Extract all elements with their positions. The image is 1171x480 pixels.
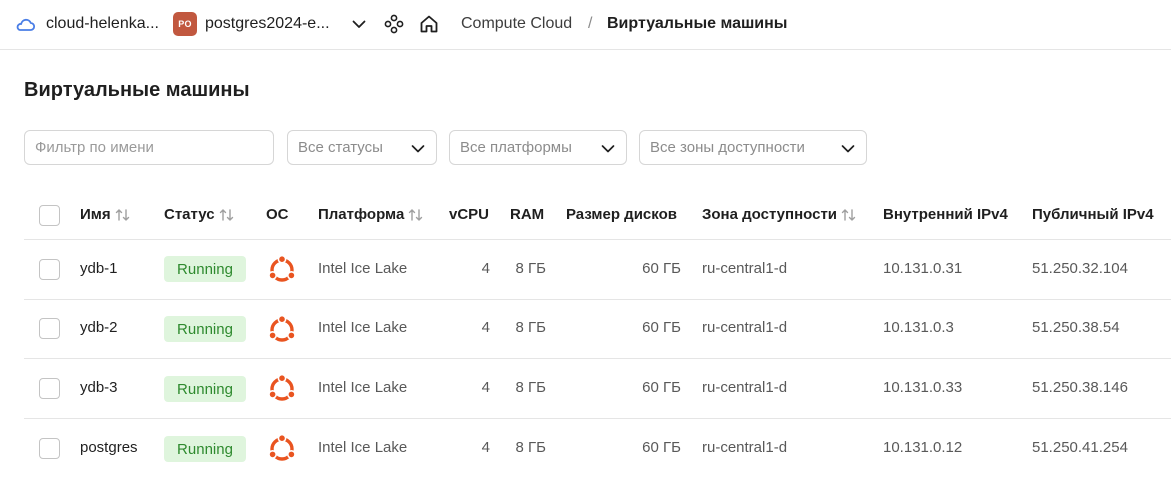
column-header-public-ipv4: Публичный IPv4 bbox=[1032, 206, 1154, 223]
sort-icon bbox=[115, 208, 129, 221]
column-header-label: Платформа bbox=[318, 206, 405, 223]
internal-ip-cell: 10.131.0.31 bbox=[883, 260, 963, 277]
public-ip-cell: 51.250.38.146 bbox=[1032, 379, 1128, 396]
column-header-label: Публичный IPv4 bbox=[1032, 206, 1154, 223]
public-ip-cell: 51.250.41.254 bbox=[1032, 439, 1128, 456]
column-header-name[interactable]: Имя bbox=[80, 206, 131, 223]
vm-name[interactable]: postgres bbox=[80, 439, 138, 456]
column-header-label: ОС bbox=[266, 206, 289, 223]
ubuntu-icon bbox=[268, 315, 296, 342]
column-header-ram: RAM bbox=[510, 206, 544, 223]
header-divider bbox=[24, 239, 1171, 240]
vm-name[interactable]: ydb-1 bbox=[80, 260, 118, 277]
platform-filter-select[interactable]: Все платформы bbox=[449, 130, 627, 165]
cloud-name: cloud-helenka... bbox=[46, 15, 159, 32]
chevron-down-icon bbox=[601, 145, 615, 153]
zone-cell: ru-central1-d bbox=[702, 260, 788, 277]
vcpu-cell: 4 bbox=[481, 439, 490, 456]
vcpu-cell: 4 bbox=[481, 379, 490, 396]
sort-icon bbox=[409, 208, 423, 221]
platform-cell: Intel Ice Lake bbox=[318, 319, 408, 336]
status-filter-select[interactable]: Все статусы bbox=[287, 130, 437, 165]
column-header-platform[interactable]: Платформа bbox=[318, 206, 424, 223]
zone-filter-select[interactable]: Все зоны доступности bbox=[639, 130, 867, 165]
platform-filter-label: Все платформы bbox=[460, 139, 572, 156]
ram-cell: 8 ГБ bbox=[515, 439, 546, 456]
column-header-vcpu: vCPU bbox=[449, 206, 489, 223]
status-badge: Running bbox=[164, 316, 246, 342]
home-icon[interactable] bbox=[418, 13, 440, 35]
ubuntu-icon bbox=[268, 434, 296, 461]
select-all-checkbox[interactable] bbox=[39, 205, 60, 226]
platform-cell: Intel Ice Lake bbox=[318, 439, 408, 456]
row-divider bbox=[24, 418, 1171, 419]
chevron-down-icon bbox=[411, 145, 425, 153]
ram-cell: 8 ГБ bbox=[515, 260, 546, 277]
column-header-status[interactable]: Статус bbox=[164, 206, 235, 223]
column-header-zone[interactable]: Зона доступности bbox=[702, 206, 857, 223]
breadcrumb-separator: / bbox=[588, 15, 593, 32]
internal-ip-cell: 10.131.0.12 bbox=[883, 439, 963, 456]
sort-icon bbox=[219, 208, 233, 221]
column-header-label: Статус bbox=[164, 206, 215, 223]
name-filter-input[interactable] bbox=[24, 130, 274, 165]
column-header-label: Зона доступности bbox=[702, 206, 838, 223]
vcpu-cell: 4 bbox=[481, 319, 490, 336]
zone-filter-label: Все зоны доступности bbox=[650, 139, 805, 156]
column-header-label: Имя bbox=[80, 206, 111, 223]
column-header-label: Внутренний IPv4 bbox=[883, 206, 1008, 223]
column-header-label: RAM bbox=[510, 206, 545, 223]
folder-selector[interactable]: PO postgres2024-e... bbox=[173, 12, 330, 36]
disk-size-cell: 60 ГБ bbox=[642, 319, 681, 336]
vm-name[interactable]: ydb-2 bbox=[80, 319, 118, 336]
page-title: Виртуальные машины bbox=[24, 79, 250, 101]
breadcrumb-current: Виртуальные машины bbox=[607, 15, 788, 32]
public-ip-cell: 51.250.38.54 bbox=[1032, 319, 1120, 336]
row-checkbox[interactable] bbox=[39, 438, 60, 459]
public-ip-cell: 51.250.32.104 bbox=[1032, 260, 1128, 277]
status-badge: Running bbox=[164, 376, 246, 402]
zone-cell: ru-central1-d bbox=[702, 439, 788, 456]
internal-ip-cell: 10.131.0.33 bbox=[883, 379, 963, 396]
sort-icon bbox=[841, 208, 856, 221]
column-header-label: vCPU bbox=[449, 206, 490, 223]
row-divider bbox=[24, 299, 1171, 300]
chevron-down-icon bbox=[841, 145, 855, 153]
disk-size-cell: 60 ГБ bbox=[642, 260, 681, 277]
internal-ip-cell: 10.131.0.3 bbox=[883, 319, 954, 336]
breadcrumb-compute-cloud[interactable]: Compute Cloud bbox=[461, 15, 572, 33]
chevron-down-icon[interactable] bbox=[350, 15, 368, 33]
row-checkbox[interactable] bbox=[39, 259, 60, 280]
status-badge: Running bbox=[164, 256, 246, 282]
column-header-label: Размер дисков bbox=[566, 206, 677, 223]
ram-cell: 8 ГБ bbox=[515, 319, 546, 336]
services-icon[interactable] bbox=[383, 13, 405, 35]
vcpu-cell: 4 bbox=[481, 260, 490, 277]
zone-cell: ru-central1-d bbox=[702, 319, 788, 336]
row-checkbox[interactable] bbox=[39, 318, 60, 339]
ram-cell: 8 ГБ bbox=[515, 379, 546, 396]
disk-size-cell: 60 ГБ bbox=[642, 379, 681, 396]
disk-size-cell: 60 ГБ bbox=[642, 439, 681, 456]
row-divider bbox=[24, 358, 1171, 359]
platform-cell: Intel Ice Lake bbox=[318, 379, 408, 396]
cloud-selector[interactable]: cloud-helenka... bbox=[14, 13, 159, 35]
platform-cell: Intel Ice Lake bbox=[318, 260, 408, 277]
status-badge: Running bbox=[164, 436, 246, 462]
column-header-disk-size: Размер дисков bbox=[566, 206, 677, 223]
zone-cell: ru-central1-d bbox=[702, 379, 788, 396]
folder-name: postgres2024-e... bbox=[205, 15, 330, 32]
column-header-internal-ipv4: Внутренний IPv4 bbox=[883, 206, 1008, 223]
vm-name[interactable]: ydb-3 bbox=[80, 379, 118, 396]
status-filter-label: Все статусы bbox=[298, 139, 383, 156]
cloud-icon bbox=[16, 18, 36, 31]
ubuntu-icon bbox=[268, 255, 296, 282]
column-header-os: ОС bbox=[266, 206, 289, 223]
folder-badge: PO bbox=[173, 12, 197, 36]
top-bar: cloud-helenka... PO postgres2024-e... Co… bbox=[0, 0, 1171, 50]
ubuntu-icon bbox=[268, 374, 296, 401]
row-checkbox[interactable] bbox=[39, 378, 60, 399]
